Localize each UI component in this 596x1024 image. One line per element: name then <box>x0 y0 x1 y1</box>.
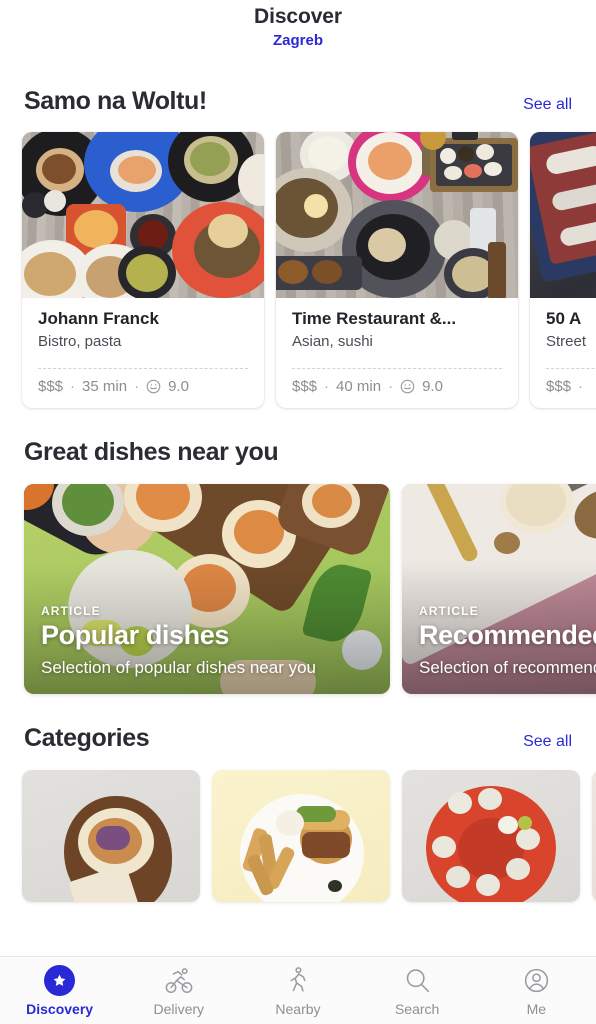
section-title: Great dishes near you <box>24 438 279 466</box>
tab-label: Delivery <box>153 1001 205 1017</box>
category-card[interactable] <box>22 770 200 902</box>
meta-separator: · <box>388 378 394 395</box>
cyclist-icon <box>164 965 194 996</box>
star-icon <box>44 965 76 996</box>
venue-meta: $$$ · <box>530 369 596 408</box>
tab-label: Discovery <box>26 1001 94 1017</box>
article-text: ARTICLE Popular dishes Selection of popu… <box>41 604 378 680</box>
meta-separator: · <box>134 378 140 395</box>
tab-label: Me <box>526 1001 547 1017</box>
venue-price: $$$ <box>546 378 572 395</box>
tab-nearby[interactable]: Nearby <box>243 965 353 1017</box>
article-title: Recommended <box>419 620 596 651</box>
venue-rating: 9.0 <box>168 378 189 395</box>
article-carousel[interactable]: ARTICLE Popular dishes Selection of popu… <box>0 467 596 694</box>
article-card[interactable]: ARTICLE Popular dishes Selection of popu… <box>24 484 390 694</box>
venue-meta: $$$ · 40 min · 9.0 <box>276 369 518 408</box>
section-header-dishes: Great dishes near you <box>0 438 596 467</box>
article-kicker: ARTICLE <box>41 604 101 619</box>
venue-tags: Asian, sushi <box>292 333 373 350</box>
category-card[interactable] <box>402 770 580 902</box>
article-title: Popular dishes <box>41 620 229 651</box>
venue-card[interactable]: Johann Franck Bistro, pasta $$$ · 35 min… <box>22 132 264 408</box>
smiley-rating-icon <box>146 379 161 394</box>
article-description: Selection of recommended dishes near you <box>419 658 596 678</box>
venue-rating: 9.0 <box>422 378 443 395</box>
venue-name: 50 A <box>546 309 582 328</box>
scroll-content[interactable]: Samo na Woltu! See all Johann Franck Bis… <box>0 57 596 1024</box>
category-carousel[interactable] <box>0 753 596 902</box>
section-header-categories: Categories See all <box>0 724 596 753</box>
smiley-rating-icon <box>400 379 415 394</box>
page-title: Discover <box>254 5 342 28</box>
venue-photo <box>530 132 596 298</box>
venue-photo <box>22 132 264 298</box>
venue-meta: $$$ · 35 min · 9.0 <box>22 369 264 408</box>
venue-carousel[interactable]: Johann Franck Bistro, pasta $$$ · 35 min… <box>0 116 596 408</box>
venue-tags: Bistro, pasta <box>38 333 122 350</box>
see-all-promotions[interactable]: See all <box>523 96 572 114</box>
venue-tags: Street <box>546 333 587 350</box>
venue-body: 50 A Street <box>530 298 596 358</box>
tab-search[interactable]: Search <box>362 965 472 1017</box>
article-text: ARTICLE Recommended Selection of recomme… <box>419 604 596 680</box>
tab-discovery[interactable]: Discovery <box>5 965 115 1017</box>
venue-price: $$$ <box>38 378 64 395</box>
article-card[interactable]: ARTICLE Recommended Selection of recomme… <box>402 484 596 694</box>
tab-delivery[interactable]: Delivery <box>124 965 234 1017</box>
venue-card[interactable]: 50 A Street $$$ · <box>530 132 596 408</box>
meta-separator: · <box>578 378 584 395</box>
meta-separator: · <box>324 378 330 395</box>
user-circle-icon <box>522 965 551 996</box>
venue-delivery-time: 35 min <box>82 378 128 395</box>
venue-name: Time Restaurant &... <box>292 309 457 328</box>
city-selector[interactable]: Zagreb <box>273 32 323 49</box>
search-icon <box>403 965 432 996</box>
tab-label: Nearby <box>275 1001 321 1017</box>
section-header-promotions: Samo na Woltu! See all <box>0 87 596 116</box>
section-title: Categories <box>24 724 150 752</box>
tab-me[interactable]: Me <box>481 965 591 1017</box>
venue-photo <box>276 132 518 298</box>
section-title: Samo na Woltu! <box>24 87 207 115</box>
article-description: Selection of popular dishes near you <box>41 658 317 678</box>
venue-price: $$$ <box>292 378 318 395</box>
venue-name: Johann Franck <box>38 309 159 328</box>
app-screen: Discover Zagreb Samo na Woltu! See all J… <box>0 0 596 1024</box>
meta-separator: · <box>70 378 76 395</box>
venue-delivery-time: 40 min <box>336 378 382 395</box>
venue-body: Johann Franck Bistro, pasta <box>22 298 264 358</box>
category-card[interactable] <box>212 770 390 902</box>
bottom-navigation: Discovery Delivery Nearby Search Me <box>0 956 596 1024</box>
venue-card[interactable]: Time Restaurant &... Asian, sushi $$$ · … <box>276 132 518 408</box>
venue-body: Time Restaurant &... Asian, sushi <box>276 298 518 358</box>
tab-label: Search <box>394 1001 440 1017</box>
category-card[interactable] <box>592 770 596 902</box>
walking-person-icon <box>283 965 312 996</box>
article-kicker: ARTICLE <box>419 604 479 619</box>
see-all-categories[interactable]: See all <box>523 733 572 751</box>
app-header: Discover Zagreb <box>0 0 596 63</box>
